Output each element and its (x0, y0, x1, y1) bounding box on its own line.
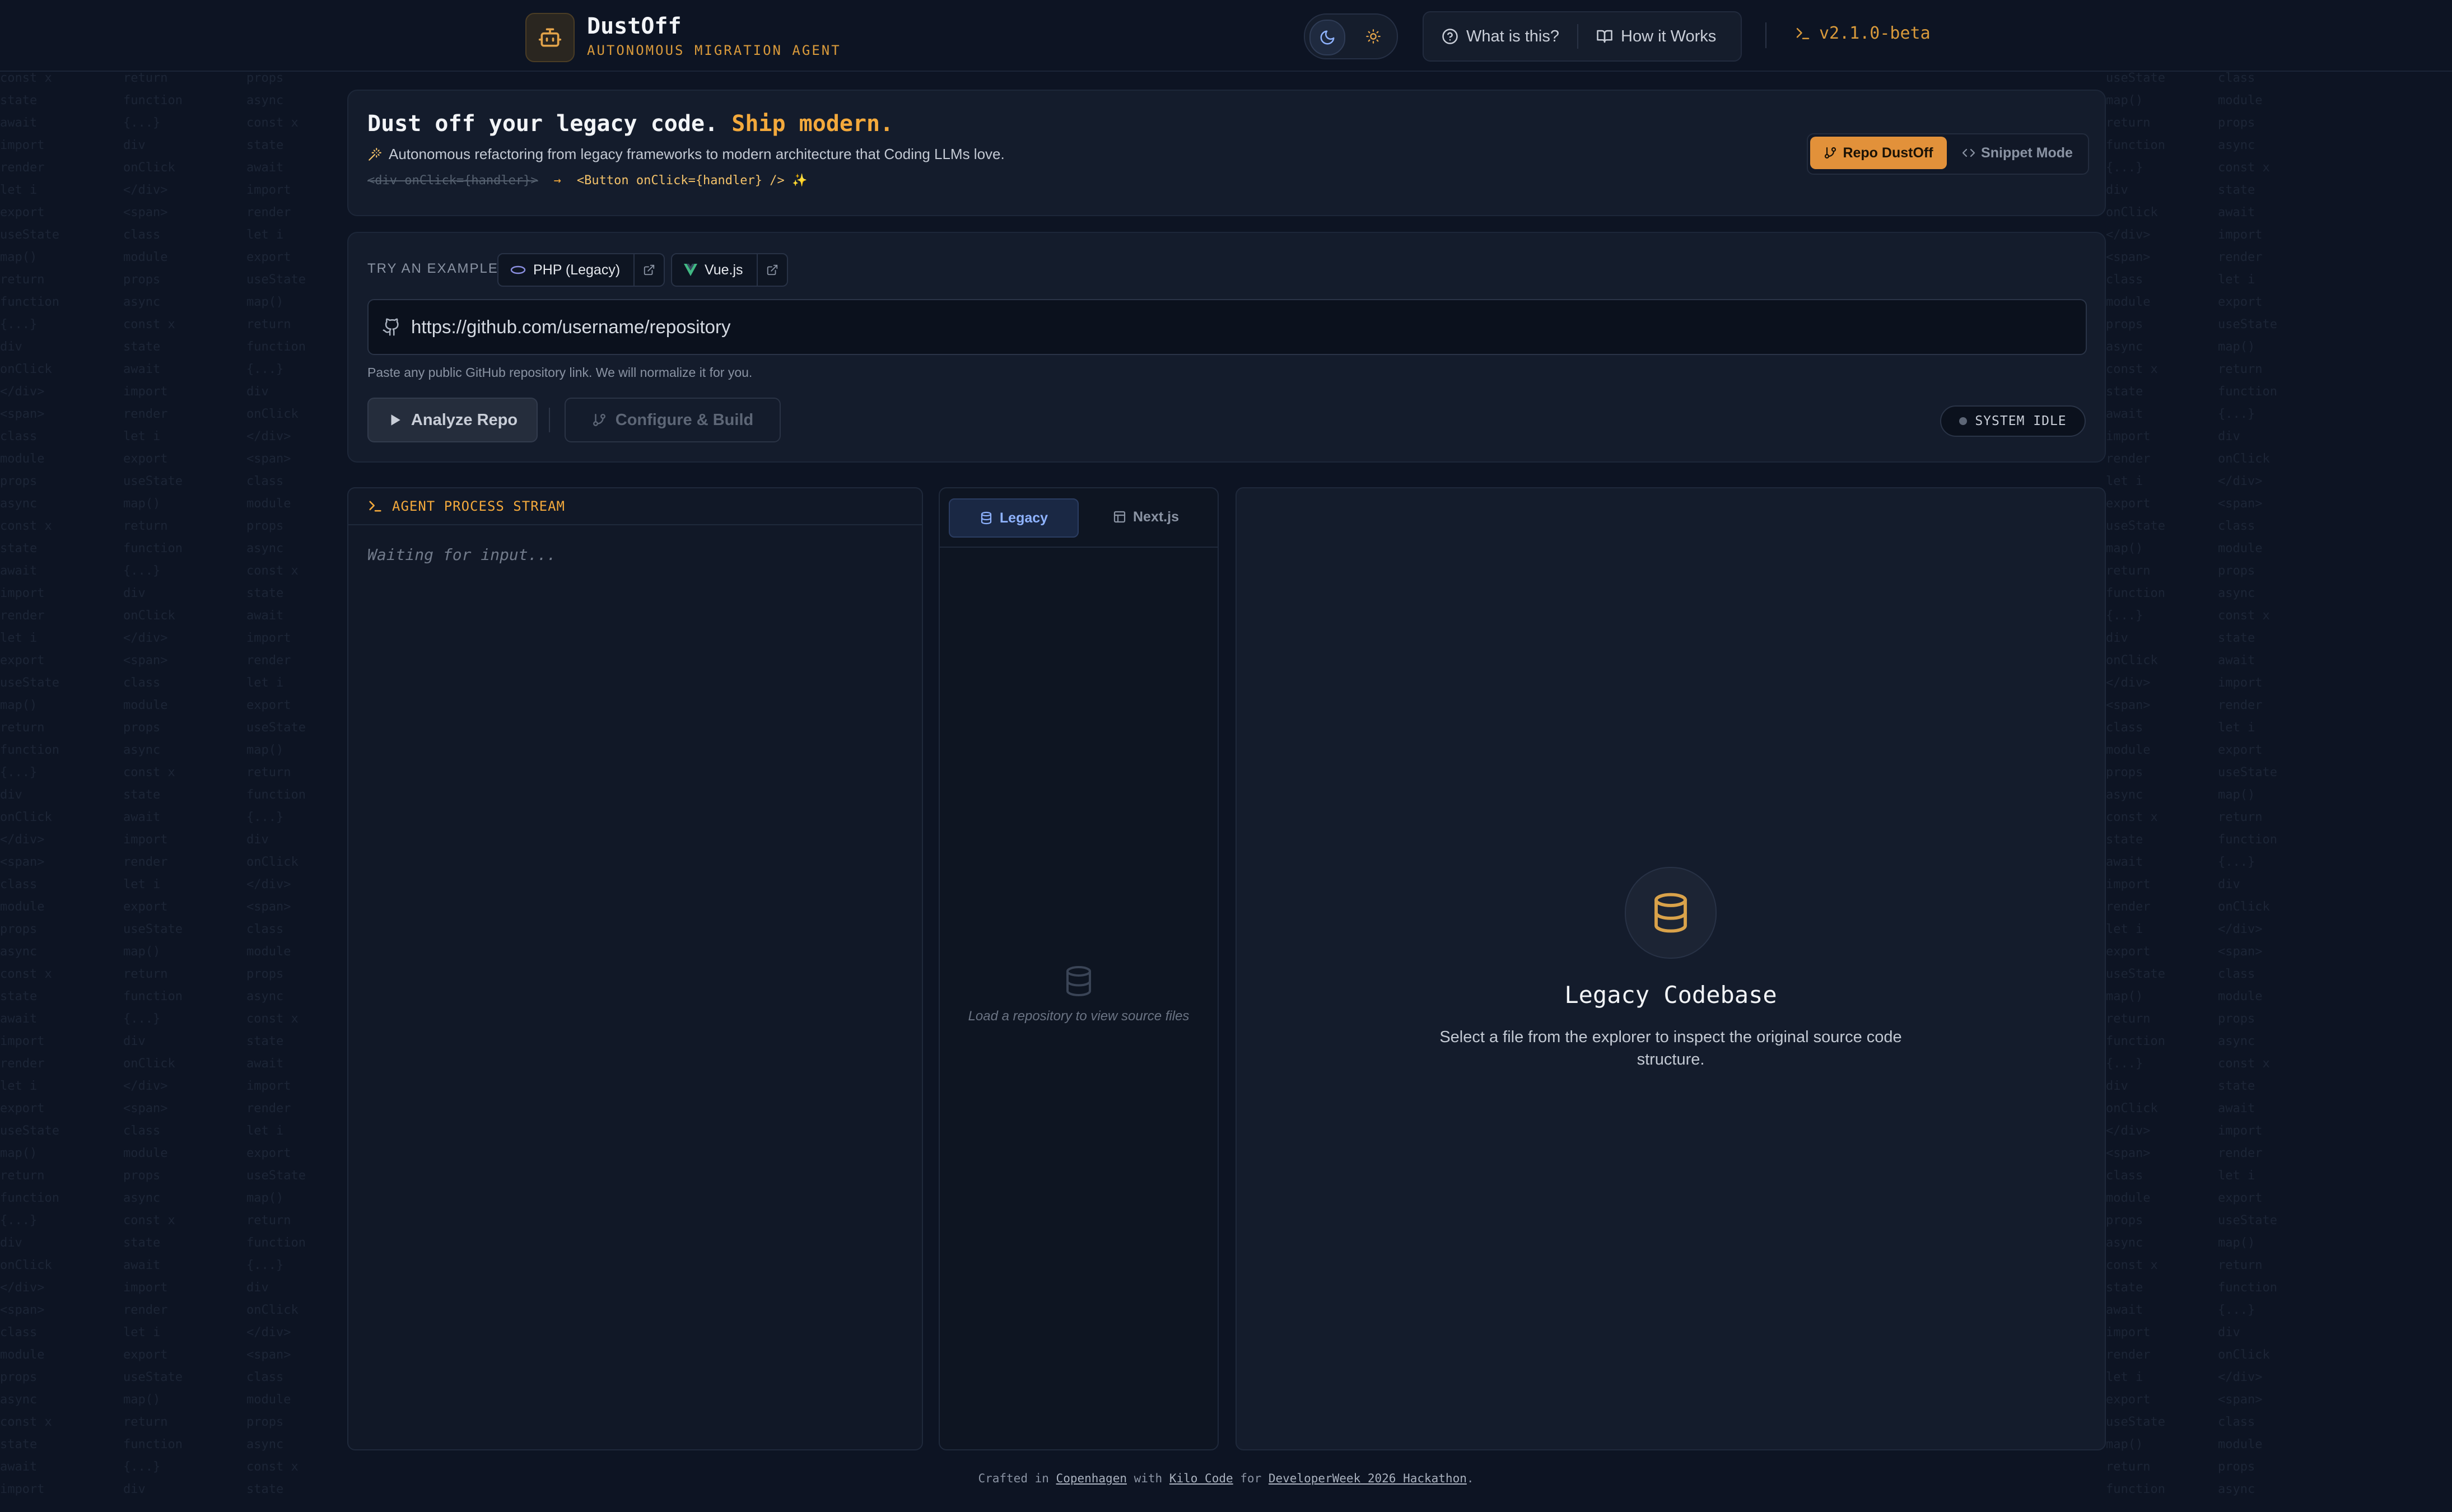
example-vue-external-link[interactable] (756, 254, 787, 286)
version-label: v2.1.0-beta (1819, 24, 1931, 43)
footer-link-kilo-code[interactable]: Kilo Code (1169, 1472, 1233, 1485)
hero-subtitle: Autonomous refactoring from legacy frame… (367, 146, 1005, 163)
hero-title: Dust off your legacy code. Ship modern. (367, 111, 893, 137)
github-icon (383, 318, 399, 336)
help-circle-icon (1442, 29, 1458, 44)
footer-text: Crafted in (978, 1472, 1056, 1485)
what-is-this-link[interactable]: What is this? (1424, 12, 1577, 60)
example-php-external-link[interactable] (633, 254, 664, 286)
explorer-empty-state: Load a repository to view source files (940, 964, 1218, 1024)
terminal-icon (1796, 27, 1810, 39)
theme-toggle (1304, 13, 1398, 59)
status-dot-icon (1959, 417, 1968, 425)
header-divider (1765, 22, 1766, 48)
app-tagline: AUTONOMOUS MIGRATION AGENT (587, 43, 841, 58)
example-chip-vue: Vue.js (671, 253, 788, 287)
database-icon (1654, 893, 1687, 933)
hero-card: Dust off your legacy code. Ship modern. … (347, 90, 2106, 216)
footer-link-copenhagen[interactable]: Copenhagen (1056, 1472, 1127, 1485)
footer-text: with (1126, 1472, 1169, 1485)
repo-url-hint: Paste any public GitHub repository link.… (367, 365, 753, 380)
viewer-description: Select a file from the explorer to inspe… (1439, 1028, 1902, 1068)
analyze-repo-label: Analyze Repo (411, 410, 518, 429)
code-transform-example: <div onClick={handler}> → <Button onClic… (367, 174, 807, 188)
code-after-text: <Button onClick={handler} /> (576, 174, 785, 188)
tab-legacy[interactable]: Legacy (949, 498, 1079, 538)
agent-stream-title: AGENT PROCESS STREAM (392, 498, 565, 514)
repo-mode-button[interactable]: Repo DustOff (1810, 137, 1947, 169)
app-header: DustOff AUTONOMOUS MIGRATION AGENT What … (0, 0, 2452, 72)
analyze-repo-button[interactable]: Analyze Repo (367, 398, 538, 442)
terminal-icon (369, 501, 381, 512)
code-before: <div onClick={handler}> (367, 174, 538, 188)
header-nav: What is this? How it Works (1423, 11, 1742, 62)
tab-legacy-label: Legacy (999, 510, 1048, 526)
viewer-icon-badge (1625, 867, 1717, 959)
repo-mode-label: Repo DustOff (1843, 144, 1933, 161)
what-is-this-label: What is this? (1466, 27, 1559, 45)
light-theme-button[interactable] (1356, 20, 1390, 53)
explorer-tabs: Legacy Next.js (940, 488, 1218, 548)
explorer-empty-text: Load a repository to view source files (968, 1009, 1190, 1024)
agent-stream-waiting: Waiting for input... (367, 545, 557, 564)
database-icon (1066, 966, 1091, 996)
hero-subtitle-text: Autonomous refactoring from legacy frame… (389, 146, 1005, 162)
repo-url-field (367, 299, 2087, 355)
example-vue-button[interactable]: Vue.js (672, 254, 757, 286)
magic-wand-icon (369, 147, 381, 161)
button-divider (549, 408, 550, 432)
app-name: DustOff (587, 13, 682, 39)
how-it-works-label: How it Works (1621, 27, 1717, 45)
git-branch-icon (593, 414, 605, 426)
repo-url-input[interactable] (411, 316, 2086, 338)
footer-link-hackathon[interactable]: DeveloperWeek 2026 Hackathon (1269, 1472, 1467, 1485)
agent-stream-panel: AGENT PROCESS STREAM Waiting for input..… (347, 487, 923, 1450)
agent-stream-header: AGENT PROCESS STREAM (348, 488, 922, 525)
example-php-label: PHP (Legacy) (533, 262, 621, 278)
code-arrow: → (553, 174, 561, 188)
example-php-button[interactable]: PHP (Legacy) (498, 254, 633, 286)
configure-build-button[interactable]: Configure & Build (565, 398, 781, 442)
viewer-title: Legacy Codebase (1564, 981, 1777, 1009)
how-it-works-link[interactable]: How it Works (1578, 12, 1734, 60)
sparkle-icon: ✨ (792, 174, 808, 188)
version-badge: v2.1.0-beta (1794, 24, 1931, 43)
git-branch-icon (1825, 147, 1836, 159)
tab-nextjs[interactable]: Next.js (1083, 498, 1209, 535)
example-chip-php: PHP (Legacy) (497, 253, 665, 287)
file-explorer-panel: Legacy Next.js Load a repository to view… (939, 487, 1219, 1450)
external-link-icon (644, 264, 655, 276)
code-viewer-panel: Legacy Codebase Select a file from the e… (1236, 487, 2106, 1450)
hero-title-main: Dust off your legacy code. (367, 111, 719, 137)
sun-icon (1366, 29, 1381, 44)
status-badge: SYSTEM IDLE (1940, 405, 2086, 437)
code-icon (1962, 148, 1975, 157)
vue-icon (684, 264, 697, 276)
snippet-mode-button[interactable]: Snippet Mode (1951, 137, 2083, 169)
layout-icon (1113, 511, 1126, 523)
moon-icon (1320, 30, 1335, 45)
status-label: SYSTEM IDLE (1975, 414, 2067, 428)
repo-input-card: TRY AN EXAMPLE: PHP (Legacy) Vue.js Past… (347, 232, 2106, 463)
try-example-label: TRY AN EXAMPLE: (367, 261, 504, 276)
footer-text: for (1233, 1472, 1269, 1485)
logo (525, 13, 575, 62)
external-link-icon (767, 264, 777, 276)
footer: Crafted in Copenhagen with Kilo Code for… (0, 1472, 2452, 1485)
configure-build-label: Configure & Build (615, 410, 754, 429)
play-icon (391, 414, 400, 426)
php-icon (510, 265, 526, 274)
tab-nextjs-label: Next.js (1133, 508, 1179, 525)
robot-icon (538, 28, 562, 47)
example-vue-label: Vue.js (705, 262, 743, 278)
mode-switch: Repo DustOff Snippet Mode (1807, 133, 2089, 175)
database-icon (981, 511, 992, 525)
code-after: <Button onClick={handler} /> ✨ (577, 174, 808, 188)
dark-theme-button[interactable] (1309, 20, 1345, 55)
snippet-mode-label: Snippet Mode (1981, 144, 2073, 161)
footer-text: . (1466, 1472, 1474, 1485)
book-open-icon (1597, 30, 1612, 43)
hero-title-accent: Ship modern. (731, 111, 894, 137)
